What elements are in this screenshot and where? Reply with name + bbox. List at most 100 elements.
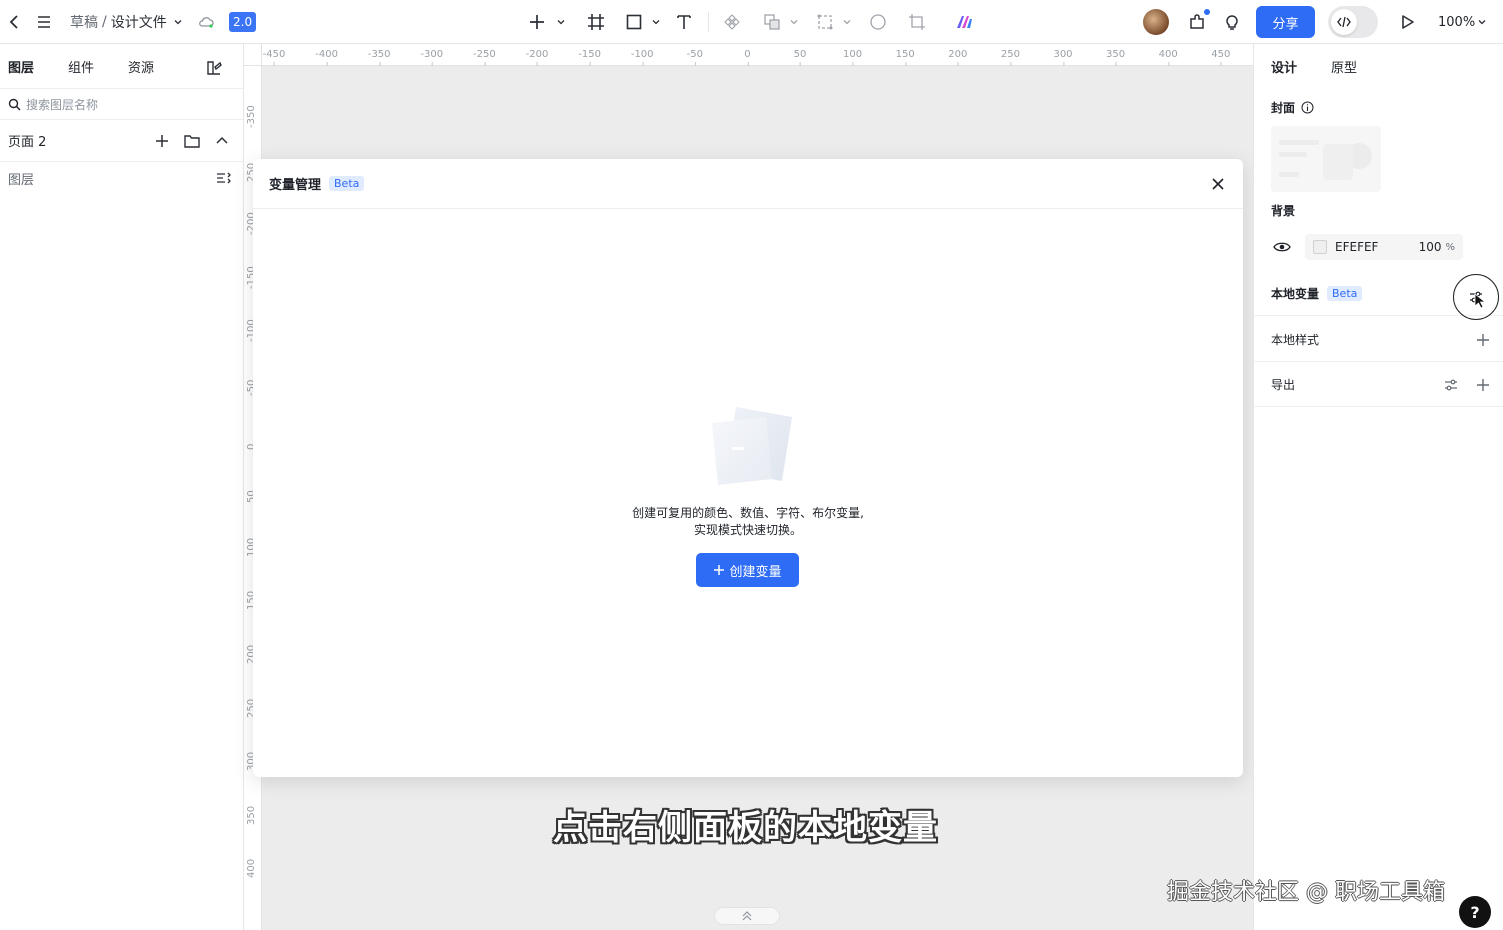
ruler-tick: -350 <box>367 49 391 66</box>
eye-icon[interactable] <box>1271 236 1293 258</box>
crop-icon[interactable] <box>906 11 928 33</box>
version-badge[interactable]: 2.0 <box>229 12 257 32</box>
background-hex[interactable]: EFEFEF <box>1335 240 1378 254</box>
ai-plugin-icon[interactable] <box>953 11 975 33</box>
menu-icon[interactable] <box>33 11 55 33</box>
background-section: 背景 <box>1254 202 1312 219</box>
chevron-down-icon[interactable] <box>651 17 661 27</box>
zoom-dropdown[interactable]: 100% <box>1438 15 1487 30</box>
page-item[interactable]: 页面 2 <box>0 120 243 162</box>
add-export-icon[interactable] <box>1472 374 1494 396</box>
tab-assets[interactable]: 资源 <box>128 57 154 76</box>
create-variable-label: 创建变量 <box>729 564 782 580</box>
modal-header: 变量管理 Beta <box>253 159 1243 209</box>
plus-icon <box>714 565 725 575</box>
add-icon[interactable] <box>526 11 548 33</box>
close-icon[interactable] <box>1207 173 1229 195</box>
chevron-down-icon[interactable] <box>556 17 566 27</box>
local-variables-beta: Beta <box>1327 286 1363 301</box>
frame-tool-icon[interactable] <box>585 11 607 33</box>
create-variable-button[interactable]: 创建变量 <box>696 553 799 587</box>
ruler-corner <box>244 44 262 66</box>
library-icon[interactable] <box>203 57 225 79</box>
file-name[interactable]: 设计文件 <box>111 12 167 32</box>
ruler-tick: 100 <box>843 49 863 66</box>
color-swatch[interactable] <box>1313 240 1327 254</box>
bottom-panel-handle[interactable] <box>714 907 780 925</box>
local-variables-row[interactable]: 本地变量 Beta <box>1254 272 1503 320</box>
lightbulb-icon[interactable] <box>1221 11 1243 33</box>
empty-state-illustration <box>712 407 792 485</box>
text-tool-icon[interactable] <box>673 11 695 33</box>
variables-settings-button[interactable] <box>1453 274 1499 320</box>
component-icon[interactable] <box>721 11 743 33</box>
tab-components[interactable]: 组件 <box>68 57 94 76</box>
export-row[interactable]: 导出 <box>1254 363 1503 407</box>
local-styles-label: 本地样式 <box>1271 333 1320 347</box>
cover-label: 封面 <box>1271 101 1296 115</box>
avatar[interactable] <box>1143 9 1169 35</box>
ruler-tick: -400 <box>315 49 338 66</box>
breadcrumb-draft[interactable]: 草稿 <box>70 12 98 32</box>
mask-icon[interactable] <box>814 11 836 33</box>
chevron-down-icon[interactable] <box>842 17 852 27</box>
ruler-tick: 250 <box>1000 49 1020 66</box>
chevron-up-icon <box>742 911 752 921</box>
ruler-tick: 150 <box>895 49 915 66</box>
chevron-down-icon[interactable] <box>789 17 799 27</box>
folder-icon[interactable] <box>181 130 203 152</box>
right-panel: 设计 原型 封面 背景 EFEFEF 100 % 本地变量 Beta 本地样式 … <box>1253 44 1503 930</box>
help-button[interactable]: ? <box>1459 896 1491 928</box>
rectangle-tool-icon[interactable] <box>623 11 645 33</box>
background-color-field[interactable]: EFEFEF 100 % <box>1305 234 1463 260</box>
back-icon[interactable] <box>4 11 26 33</box>
cover-thumbnail[interactable] <box>1271 126 1381 192</box>
cover-section: 封面 <box>1254 99 1331 116</box>
ruler-tick: 0 <box>744 49 751 66</box>
tab-prototype[interactable]: 原型 <box>1331 57 1357 76</box>
layers-label: 图层 <box>8 172 35 188</box>
empty-state-line2: 实现模式快速切换。 <box>693 523 802 537</box>
plugins-icon[interactable] <box>1186 9 1210 33</box>
chevron-down-icon[interactable] <box>173 17 183 27</box>
add-page-icon[interactable] <box>151 130 173 152</box>
ruler-tick: 50 <box>793 49 807 66</box>
sort-icon[interactable] <box>213 167 235 189</box>
video-subtitle: 点击右侧面板的本地变量 <box>553 808 938 848</box>
tab-design[interactable]: 设计 <box>1271 57 1297 76</box>
share-button[interactable]: 分享 <box>1256 6 1315 38</box>
beta-badge: Beta <box>329 176 365 191</box>
ellipse-icon[interactable] <box>867 11 889 33</box>
ruler-tick: 200 <box>948 49 968 66</box>
search-icon <box>8 98 21 110</box>
right-panel-tabs: 设计 原型 <box>1254 44 1503 88</box>
ruler-tick: -200 <box>525 49 549 66</box>
cloud-sync-icon <box>195 11 217 33</box>
local-styles-row[interactable]: 本地样式 <box>1254 318 1503 362</box>
play-icon[interactable] <box>1396 11 1418 33</box>
info-icon[interactable] <box>1301 101 1314 114</box>
ruler-tick: 300 <box>1053 49 1073 66</box>
toolbar-divider <box>708 12 709 32</box>
background-opacity[interactable]: 100 <box>1419 240 1442 254</box>
left-panel-tabs: 图层 组件 资源 <box>0 44 243 88</box>
page-name: 页面 2 <box>8 135 47 150</box>
background-label: 背景 <box>1271 204 1296 218</box>
tab-layers[interactable]: 图层 <box>8 57 34 76</box>
breadcrumb: 草稿 / 设计文件 <box>70 12 183 32</box>
breadcrumb-separator: / <box>102 14 107 30</box>
notification-dot <box>1204 9 1210 15</box>
boolean-icon[interactable] <box>761 11 783 33</box>
layers-header: 图层 <box>0 162 243 194</box>
background-row: EFEFEF 100 % <box>1271 234 1487 260</box>
ruler-tick: -350 <box>246 105 257 128</box>
chevron-up-icon[interactable] <box>211 130 233 152</box>
ruler-tick: 450 <box>1211 49 1231 66</box>
add-style-icon[interactable] <box>1472 329 1494 351</box>
dev-mode-toggle[interactable] <box>1328 6 1378 38</box>
export-settings-icon[interactable] <box>1440 374 1462 396</box>
ruler-tick: -450 <box>262 49 286 66</box>
ruler-tick: -50 <box>686 49 703 66</box>
layer-search-input[interactable]: 搜索图层名称 <box>0 88 243 120</box>
chevron-down-icon <box>1478 20 1486 25</box>
